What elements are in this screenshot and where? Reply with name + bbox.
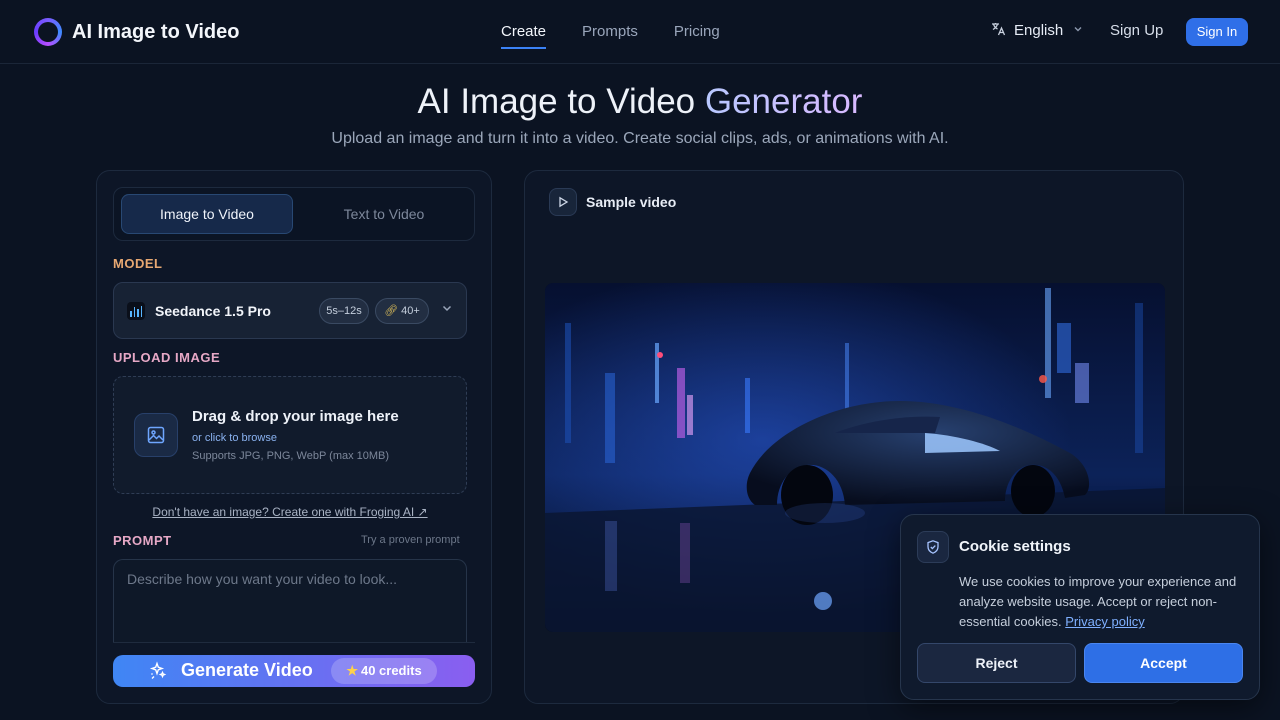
page-subtitle: Upload an image and turn it into a video… — [331, 130, 949, 147]
title-accent: Generator — [704, 82, 863, 121]
cookie-dialog: Cookie settings We use cookies to improv… — [900, 514, 1260, 700]
cookie-title: Cookie settings — [959, 538, 1071, 555]
title-main: AI Image to Video — [417, 82, 696, 121]
top-navbar: AI Image to Video Create Prompts Pricing… — [0, 0, 1280, 64]
sparkle-icon — [149, 661, 167, 684]
credits-badge-value: 40+ — [401, 305, 420, 317]
model-bars-icon — [127, 302, 145, 320]
credits-cost-value: 40 credits — [360, 663, 422, 678]
chevron-down-icon — [441, 302, 453, 317]
tab-text-to-video[interactable]: Text to Video — [298, 194, 470, 234]
model-select[interactable]: Seedance 1.5 Pro 5s–12s 🔗︎ 40+ — [113, 282, 467, 339]
play-icon[interactable] — [549, 188, 577, 216]
sample-video-label: Sample video — [586, 194, 677, 210]
reject-cookies-button[interactable]: Reject — [917, 643, 1076, 683]
prompt-placeholder: Describe how you want your video to look… — [127, 571, 398, 587]
shield-icon — [917, 531, 949, 563]
sample-header: Sample video — [549, 188, 676, 216]
credits-cost-badge: ★ 40 credits — [331, 658, 437, 684]
brand-name: AI Image to Video — [72, 20, 240, 43]
upload-title: Drag & drop your image here — [192, 408, 399, 425]
divider — [113, 642, 475, 643]
generate-video-button[interactable]: Generate Video ★ 40 credits — [113, 655, 475, 687]
generator-panel: Image to Video Text to Video MODEL Seeda… — [96, 170, 492, 704]
chevron-down-icon — [1073, 24, 1083, 37]
duration-badge: 5s–12s — [319, 298, 369, 324]
cookie-message: We use cookies to improve your experienc… — [959, 572, 1249, 632]
model-name: Seedance 1.5 Pro — [155, 303, 271, 319]
upload-section-label: UPLOAD IMAGE — [113, 350, 221, 365]
mode-tabs: Image to Video Text to Video — [113, 187, 475, 241]
prompt-textarea[interactable]: Describe how you want your video to look… — [113, 559, 467, 643]
brand-logo[interactable]: AI Image to Video — [34, 18, 239, 46]
star-icon: ★ — [346, 663, 358, 678]
language-label: English — [1014, 22, 1064, 39]
sign-in-button[interactable]: Sign In — [1186, 18, 1248, 46]
page-title: AI Image to Video Generator — [0, 82, 1280, 122]
try-prompt-link[interactable]: Try a proven prompt — [361, 534, 460, 546]
nav-create[interactable]: Create — [501, 0, 547, 64]
main-nav: Create Prompts Pricing — [501, 0, 756, 64]
tab-image-to-video[interactable]: Image to Video — [121, 194, 293, 234]
translate-icon — [990, 21, 1006, 40]
generate-label: Generate Video — [181, 660, 313, 680]
image-icon — [134, 413, 178, 457]
logo-ring-icon — [34, 18, 62, 46]
browse-link[interactable]: or click to browse — [192, 432, 277, 444]
nav-pricing[interactable]: Pricing — [674, 0, 720, 64]
upload-hint: Supports JPG, PNG, WebP (max 10MB) — [192, 450, 390, 462]
link-icon: 🔗︎ — [384, 305, 399, 317]
language-selector[interactable]: English — [990, 21, 1083, 40]
model-section-label: MODEL — [113, 256, 163, 271]
sign-up-link[interactable]: Sign Up — [1110, 22, 1163, 39]
credits-badge: 🔗︎ 40+ — [375, 298, 429, 324]
accept-cookies-button[interactable]: Accept — [1084, 643, 1243, 683]
privacy-policy-link[interactable]: Privacy policy — [1065, 614, 1144, 629]
prompt-section-label: PROMPT — [113, 533, 172, 548]
nav-prompts[interactable]: Prompts — [582, 0, 638, 64]
image-upload-dropzone[interactable]: Drag & drop your image here or click to … — [113, 376, 467, 494]
create-image-link[interactable]: Don't have an image? Create one with Fro… — [97, 505, 483, 519]
